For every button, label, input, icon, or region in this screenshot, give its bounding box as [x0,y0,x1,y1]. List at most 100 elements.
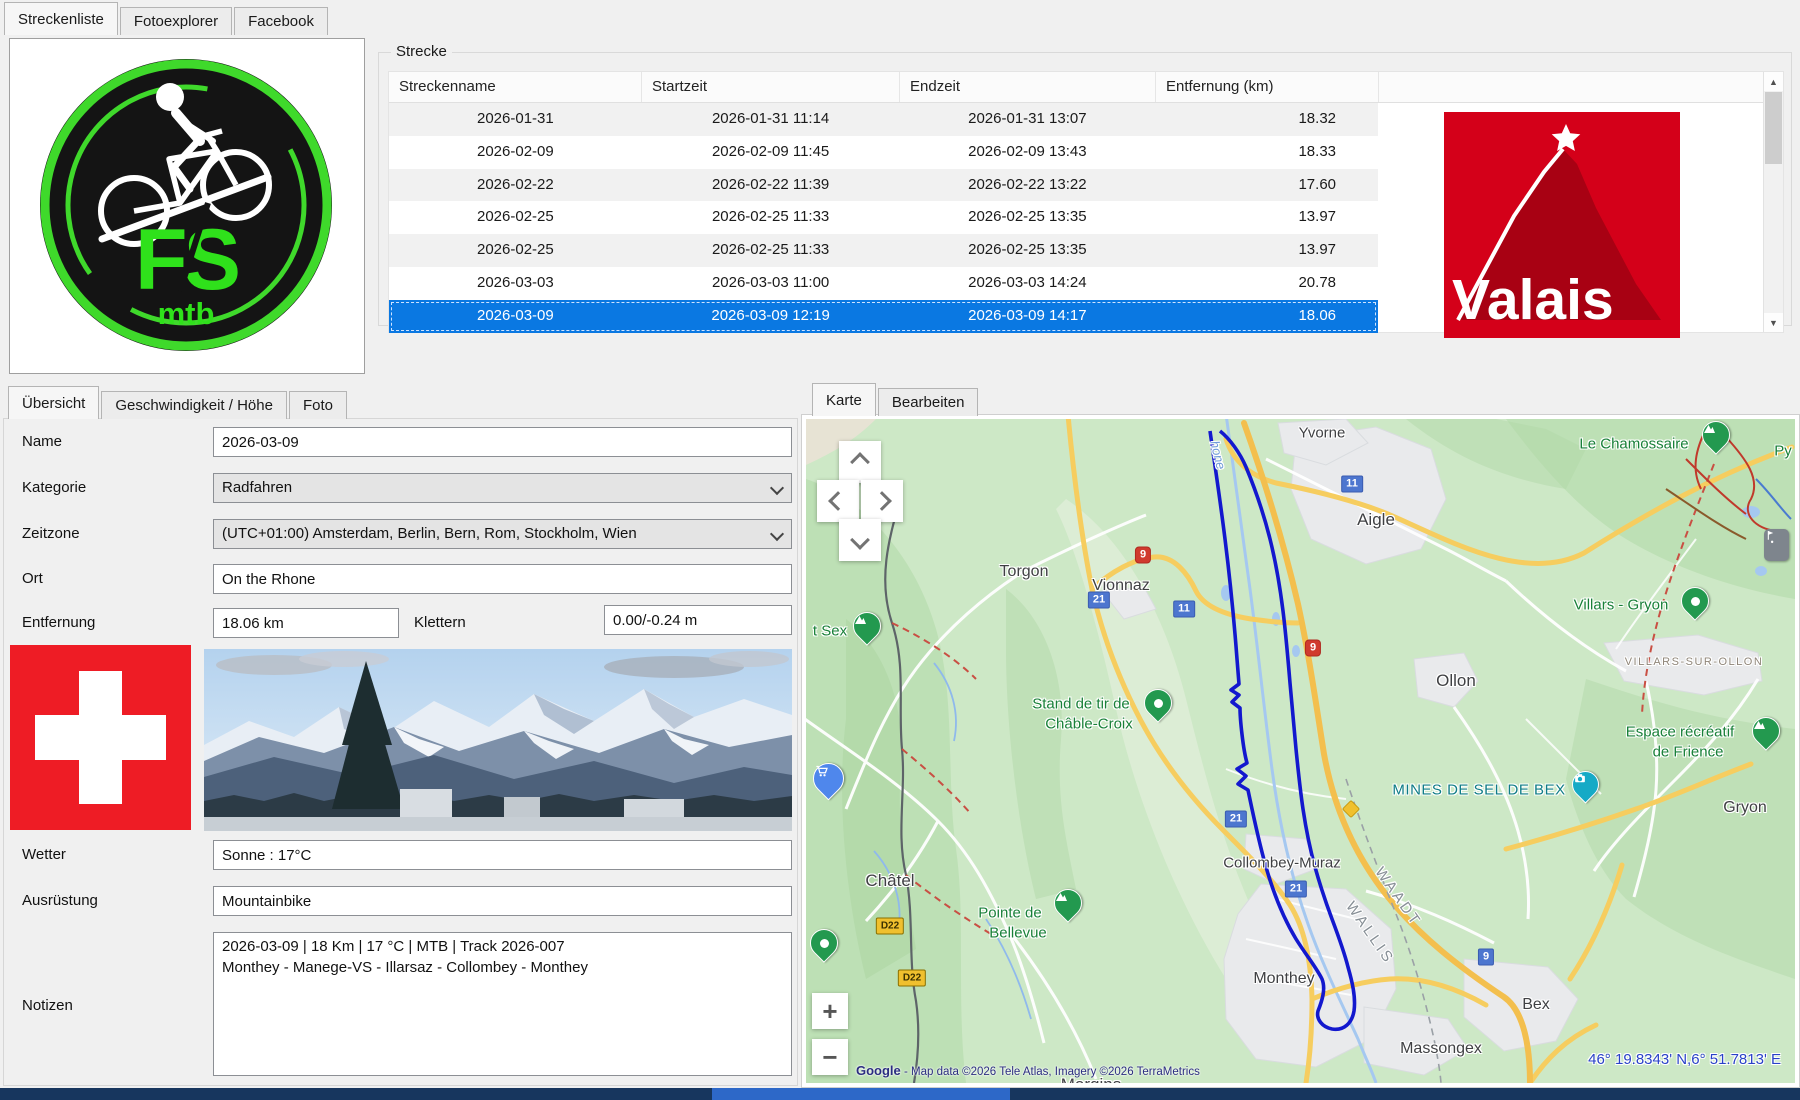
map-tabstrip: Karte Bearbeiten [812,383,980,416]
chevron-left-icon [828,491,848,511]
tab-karte[interactable]: Karte [812,383,876,416]
tab-foto[interactable]: Foto [288,391,347,419]
table-row[interactable]: 2026-02-25 2026-02-25 11:33 2026-02-25 13:… [389,201,1378,234]
ort-label: Ort [22,570,43,587]
column-header[interactable]: Endzeit [900,72,1156,102]
notizen-label: Notizen [22,997,73,1014]
road-badge: D22 [875,917,905,935]
table-cell: 2026-03-09 [477,306,554,324]
map-label: Py [1774,442,1792,460]
name-input[interactable] [213,427,792,457]
wetter-input[interactable] [213,840,792,870]
swiss-flag-icon [10,645,191,830]
road-badge: 9 [1304,639,1322,657]
table-cell: 2026-01-31 [477,110,554,127]
road-badge: 21 [1087,591,1111,609]
map-pan-down-button[interactable] [839,519,881,561]
column-header[interactable]: Streckenname [389,72,642,102]
table-cell: 18.33 [1298,142,1337,160]
map-pan-left-button[interactable] [817,480,859,522]
column-header[interactable]: Startzeit [642,72,900,102]
map-label: Collombey-Muraz [1223,854,1341,872]
zeitzone-value: (UTC+01:00) Amsterdam, Berlin, Bern, Rom… [222,525,637,542]
map-zoom-in-button[interactable]: + [812,993,848,1029]
app-window: Streckenliste Fotoexplorer Facebook FS m… [0,0,1800,1100]
column-header[interactable]: Entfernung (km) [1156,72,1379,102]
table-cell: 2026-02-09 [477,142,554,160]
map-pan-right-button[interactable] [861,480,903,522]
valais-logo-icon: Valais [1444,112,1680,338]
tab-facebook[interactable]: Facebook [234,7,328,35]
table-cell: 2026-03-03 [477,273,554,291]
tab-fotoexplorer[interactable]: Fotoexplorer [119,7,233,35]
table-cell: 17.60 [1298,175,1337,193]
map-zoom-out-button[interactable]: − [812,1039,848,1075]
table-cell: 2026-02-25 11:33 [711,208,830,226]
table-row[interactable]: 2026-03-03 2026-03-03 11:00 2026-03-03 14:… [389,267,1378,300]
road-badge: 21 [1284,880,1308,898]
map-label: Aigle [1357,510,1395,529]
table-row[interactable]: 2026-02-22 2026-02-22 11:39 2026-02-22 13:… [389,168,1378,202]
table-row[interactable]: 2026-02-09 2026-02-09 11:45 2026-02-09 13:… [389,136,1378,169]
table-cell: 13.97 [1298,241,1337,259]
table-row[interactable]: 2026-02-25 2026-02-25 11:33 2026-02-25 13:… [389,234,1378,267]
tab-uebersicht[interactable]: Übersicht [8,386,100,419]
entfernung-input[interactable] [213,608,399,638]
table-cell: 2026-02-25 [477,241,554,259]
scroll-down-icon[interactable]: ▼ [1764,313,1783,332]
table-cell: 2026-02-25 13:35 [968,208,1087,226]
wetter-label: Wetter [22,846,66,863]
map-label: Châble-Croix [1045,715,1133,733]
map-coordinates: 46° 19.8343' N,6° 51.7813' E [1588,1051,1781,1068]
svg-text:FS: FS [135,212,238,308]
map-label: Yvorne [1298,424,1346,442]
table-cell: 2026-02-09 11:45 [711,142,830,160]
notizen-textarea[interactable]: 2026-03-09 | 18 Km | 17 °C | MTB | Track… [213,932,792,1076]
map-label: Massongex [1400,1040,1482,1057]
valais-logo: Valais [1444,112,1680,338]
road-badge: 11 [1173,600,1195,618]
table-cell: 2026-01-31 13:07 [968,110,1087,127]
road-badge: 9 [1477,948,1495,966]
map-label: Le Chamossaire [1579,435,1689,453]
zeitzone-select[interactable]: (UTC+01:00) Amsterdam, Berlin, Bern, Rom… [213,519,792,549]
scroll-up-icon[interactable]: ▲ [1764,72,1783,91]
name-label: Name [22,433,63,450]
road-badge: 11 [1341,475,1363,493]
map-attribution: Google - Map data ©2026 Tele Atlas, Imag… [856,1063,1200,1078]
tab-geschwindigkeit-hoehe[interactable]: Geschwindigkeit / Höhe [101,391,287,419]
map-label: Bellevue [989,924,1047,942]
table-row[interactable]: 2026-01-31 2026-01-31 11:14 2026-01-31 13:… [389,103,1378,136]
tab-bearbeiten[interactable]: Bearbeiten [877,388,979,416]
table-cell: 2026-03-09 12:19 [711,306,830,324]
klettern-input[interactable] [604,605,792,635]
table-cell: 2026-02-25 11:33 [711,241,830,259]
scrollbar-thumb[interactable] [1765,92,1782,164]
map-label: VILLARS-SUR-OLLON [1624,656,1764,668]
track-photo [204,649,792,831]
track-list-scrollbar[interactable]: ▲ ▼ [1763,72,1783,332]
table-row[interactable]: 2026-03-09 2026-03-09 12:19 2026-03-09 14:… [389,299,1378,333]
table-cell: 2026-02-22 [477,175,554,193]
map-label: Torgon [999,563,1049,580]
road-badge: 21 [1224,810,1248,828]
poi-pin-golf-icon[interactable] [1764,529,1789,561]
tab-streckenliste[interactable]: Streckenliste [4,2,118,35]
detail-tabstrip: Übersicht Geschwindigkeit / Höhe Foto [8,386,349,419]
map-canvas[interactable]: + − Google - Map data ©2026 Tele Atlas, … [806,419,1795,1083]
road-badge: D22 [897,969,927,987]
kategorie-select[interactable]: Radfahren [213,473,792,503]
table-cell: 13.97 [1298,208,1337,226]
road-badge: 9 [1134,546,1152,564]
ort-input[interactable] [213,564,792,594]
table-cell: 2026-02-25 13:35 [968,241,1087,259]
table-cell: 2026-01-31 11:14 [711,110,830,127]
zeitzone-label: Zeitzone [22,525,80,542]
map-label: Ollon [1436,671,1476,690]
ausruestung-label: Ausrüstung [22,892,98,909]
ausruestung-input[interactable] [213,886,792,916]
chevron-down-icon [769,480,785,496]
map-pan-up-button[interactable] [839,441,881,483]
chevron-down-icon [850,530,870,550]
table-cell: 2026-02-22 11:39 [711,175,830,193]
